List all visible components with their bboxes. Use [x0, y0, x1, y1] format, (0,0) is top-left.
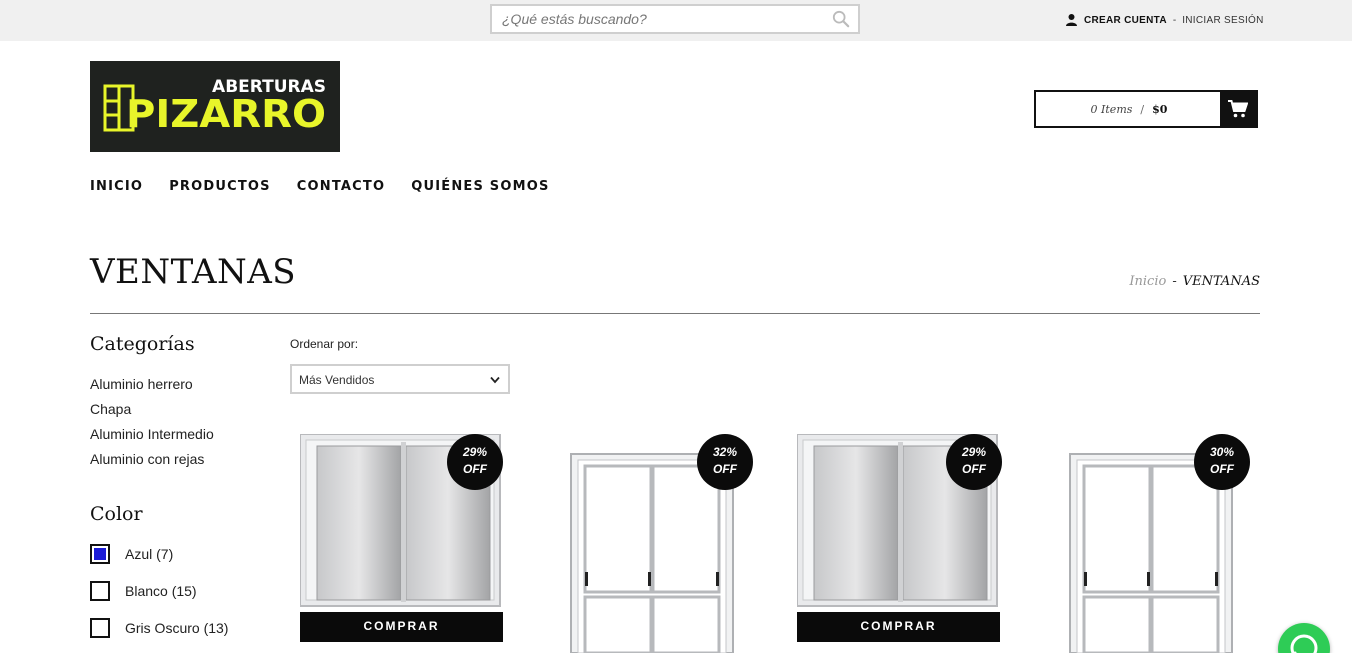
sort-selected-value: Más Vendidos [299, 373, 375, 387]
account-links: CREAR CUENTA - INICIAR SESIÓN [1066, 13, 1264, 27]
product-card[interactable]: 29% OFF COMPRAR [797, 434, 1002, 653]
logo[interactable]: ABERTURAS PIZARRO [90, 61, 340, 152]
cart-items-count: 0 Items [1090, 102, 1133, 116]
discount-badge: 29% OFF [946, 434, 1002, 490]
breadcrumb-separator: - [1172, 274, 1177, 289]
breadcrumb-current: VENTANAS [1182, 274, 1260, 289]
breadcrumb-home[interactable]: Inicio [1129, 274, 1166, 289]
discount-badge: 32% OFF [697, 434, 753, 490]
cart-widget[interactable]: 0 Items / $0 [1034, 90, 1258, 128]
page-title: VENTANAS [90, 252, 297, 292]
search-icon[interactable] [832, 10, 850, 28]
discount-badge: 30% OFF [1194, 434, 1250, 490]
nav-item-contacto[interactable]: CONTACTO [297, 179, 385, 194]
account-separator: - [1172, 14, 1177, 26]
chevron-down-icon [490, 376, 500, 384]
discount-off: OFF [463, 462, 487, 476]
login-link[interactable]: INICIAR SESIÓN [1182, 15, 1263, 26]
sort-label: Ordenar por: [290, 337, 359, 351]
product-card[interactable]: 32% OFF [550, 434, 753, 653]
title-divider [90, 313, 1260, 314]
color-title: Color [90, 503, 143, 525]
discount-badge: 29% OFF [447, 434, 503, 490]
discount-percent: 29% [961, 445, 987, 459]
discount-off: OFF [713, 462, 737, 476]
main-nav: INICIO PRODUCTOS CONTACTO QUIÉNES SOMOS [90, 179, 576, 194]
sort-select[interactable]: Más Vendidos [290, 364, 510, 394]
discount-off: OFF [1210, 462, 1234, 476]
cart-icon [1228, 100, 1248, 118]
discount-percent: 30% [1209, 445, 1235, 459]
cart-separator: / [1140, 102, 1145, 116]
whatsapp-button[interactable] [1278, 623, 1330, 653]
product-card[interactable]: 30% OFF [1049, 434, 1252, 653]
category-aluminio-intermedio[interactable]: Aluminio Intermedio [90, 426, 214, 451]
cart-button[interactable] [1220, 92, 1256, 126]
color-checkbox[interactable] [90, 618, 110, 638]
discount-percent: 32% [712, 445, 738, 459]
top-bar: CREAR CUENTA - INICIAR SESIÓN [0, 0, 1352, 41]
create-account-link[interactable]: CREAR CUENTA [1084, 15, 1167, 26]
color-filter-gris-oscuro[interactable]: Gris Oscuro (13) [90, 618, 228, 638]
cart-total: $0 [1152, 102, 1168, 116]
cart-summary[interactable]: 0 Items / $0 [1036, 92, 1222, 126]
category-aluminio-herrero[interactable]: Aluminio herrero [90, 376, 214, 401]
discount-percent: 29% [462, 445, 488, 459]
nav-item-productos[interactable]: PRODUCTOS [169, 179, 271, 194]
color-label: Blanco (15) [125, 583, 197, 599]
category-chapa[interactable]: Chapa [90, 401, 214, 426]
category-list: Aluminio herrero Chapa Aluminio Intermed… [90, 376, 214, 476]
logo-graphic: ABERTURAS PIZARRO [103, 77, 326, 136]
category-aluminio-con-rejas[interactable]: Aluminio con rejas [90, 451, 214, 476]
buy-button[interactable]: COMPRAR [300, 612, 503, 642]
color-filter-azul[interactable]: Azul (7) [90, 544, 173, 564]
color-label: Azul (7) [125, 546, 174, 562]
nav-item-quienes-somos[interactable]: QUIÉNES SOMOS [411, 179, 549, 194]
categories-title: Categorías [90, 333, 195, 355]
color-label: Gris Oscuro (13) [125, 620, 229, 636]
color-filter-blanco[interactable]: Blanco (15) [90, 581, 197, 601]
logo-line2: PIZARRO [126, 92, 326, 136]
discount-off: OFF [962, 462, 986, 476]
breadcrumb: Inicio - VENTANAS [1129, 274, 1260, 289]
whatsapp-icon [1290, 634, 1318, 653]
search-input[interactable] [492, 6, 822, 32]
search-box[interactable] [490, 4, 860, 34]
product-card[interactable]: 29% OFF COMPRAR [300, 434, 503, 653]
nav-item-inicio[interactable]: INICIO [90, 179, 143, 194]
color-swatch [94, 548, 106, 560]
user-icon [1066, 14, 1077, 26]
buy-button[interactable]: COMPRAR [797, 612, 1000, 642]
color-checkbox[interactable] [90, 544, 110, 564]
color-checkbox[interactable] [90, 581, 110, 601]
